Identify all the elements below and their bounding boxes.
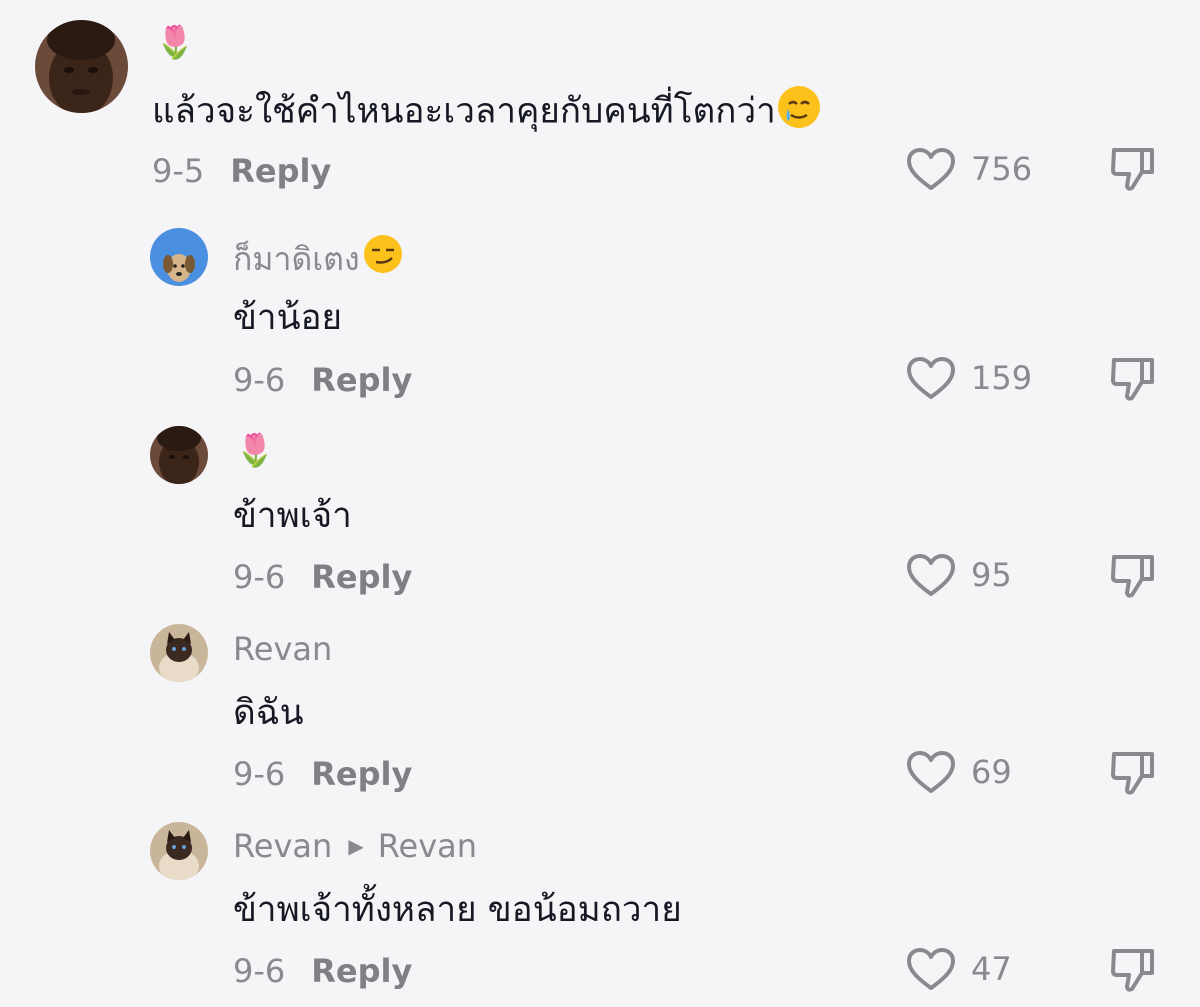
comment-text: ข้าน้อย [233,298,343,338]
like-count: 47 [971,950,1012,988]
reply-button[interactable]: Reply [311,755,412,793]
reply-button[interactable]: Reply [311,952,412,990]
comment-text: ดิฉัน [233,693,304,733]
avatar[interactable] [35,20,128,113]
like-count: 95 [971,556,1012,594]
comments-list: 🌷 แล้วจะใช้คำไหนอะเวลาคุยกับคนที่โตกว่า … [0,0,1200,1007]
heart-icon [907,148,955,190]
comment-date: 9-5 [152,152,205,190]
like-button[interactable]: 47 [905,946,1012,992]
like-count: 756 [971,150,1033,188]
tulip-emoji: 🌷 [235,431,275,469]
dislike-icon[interactable] [1108,354,1158,404]
heart-icon [907,357,955,399]
heart-icon [907,751,955,793]
reply-arrow-icon: ▶ [348,834,364,858]
smirk-emoji [362,233,404,284]
author-name[interactable]: Revan [233,826,332,866]
comment-text: ข้าพเจ้าทั้งหลาย ขอน้อมถวาย [233,890,682,930]
avatar[interactable] [150,228,208,286]
reply-to-name[interactable]: Revan [378,826,477,866]
heart-icon [907,948,955,990]
comment-text: แล้วจะใช้คำไหนอะเวลาคุยกับคนที่โตกว่า [152,84,822,141]
comment-meta: 9-5 Reply [152,151,331,191]
comment-date: 9-6 [233,755,286,793]
dislike-icon[interactable] [1108,945,1158,995]
comment-text: ข้าพเจ้า [233,496,352,536]
reply-button[interactable]: Reply [230,152,331,190]
like-button[interactable]: 69 [905,749,1012,795]
dislike-icon[interactable] [1108,748,1158,798]
reply-button[interactable]: Reply [311,361,412,399]
comment-date: 9-6 [233,361,286,399]
comment-username[interactable]: ก็มาดิเตง [233,233,404,284]
reply-button[interactable]: Reply [311,558,412,596]
like-button[interactable]: 159 [905,355,1032,401]
comment-meta: 9-6 Reply [233,951,412,991]
comment-username[interactable]: 🌷 [155,22,195,62]
like-count: 69 [971,753,1012,791]
comment-date: 9-6 [233,952,286,990]
comment-username[interactable]: Revan [233,629,332,669]
comment-meta: 9-6 Reply [233,557,412,597]
crying-smile-emoji [776,84,822,141]
avatar[interactable] [150,822,208,880]
tulip-emoji: 🌷 [155,23,195,61]
dislike-icon[interactable] [1108,551,1158,601]
comment-username[interactable]: 🌷 [235,430,275,470]
avatar[interactable] [150,426,208,484]
comment-date: 9-6 [233,558,286,596]
like-count: 159 [971,359,1033,397]
like-button[interactable]: 95 [905,552,1012,598]
avatar[interactable] [150,624,208,682]
heart-icon [907,554,955,596]
comment-meta: 9-6 Reply [233,360,412,400]
dislike-icon[interactable] [1108,144,1158,194]
comment-meta: 9-6 Reply [233,754,412,794]
comment-username: Revan ▶ Revan [233,826,477,866]
like-button[interactable]: 756 [905,146,1032,192]
